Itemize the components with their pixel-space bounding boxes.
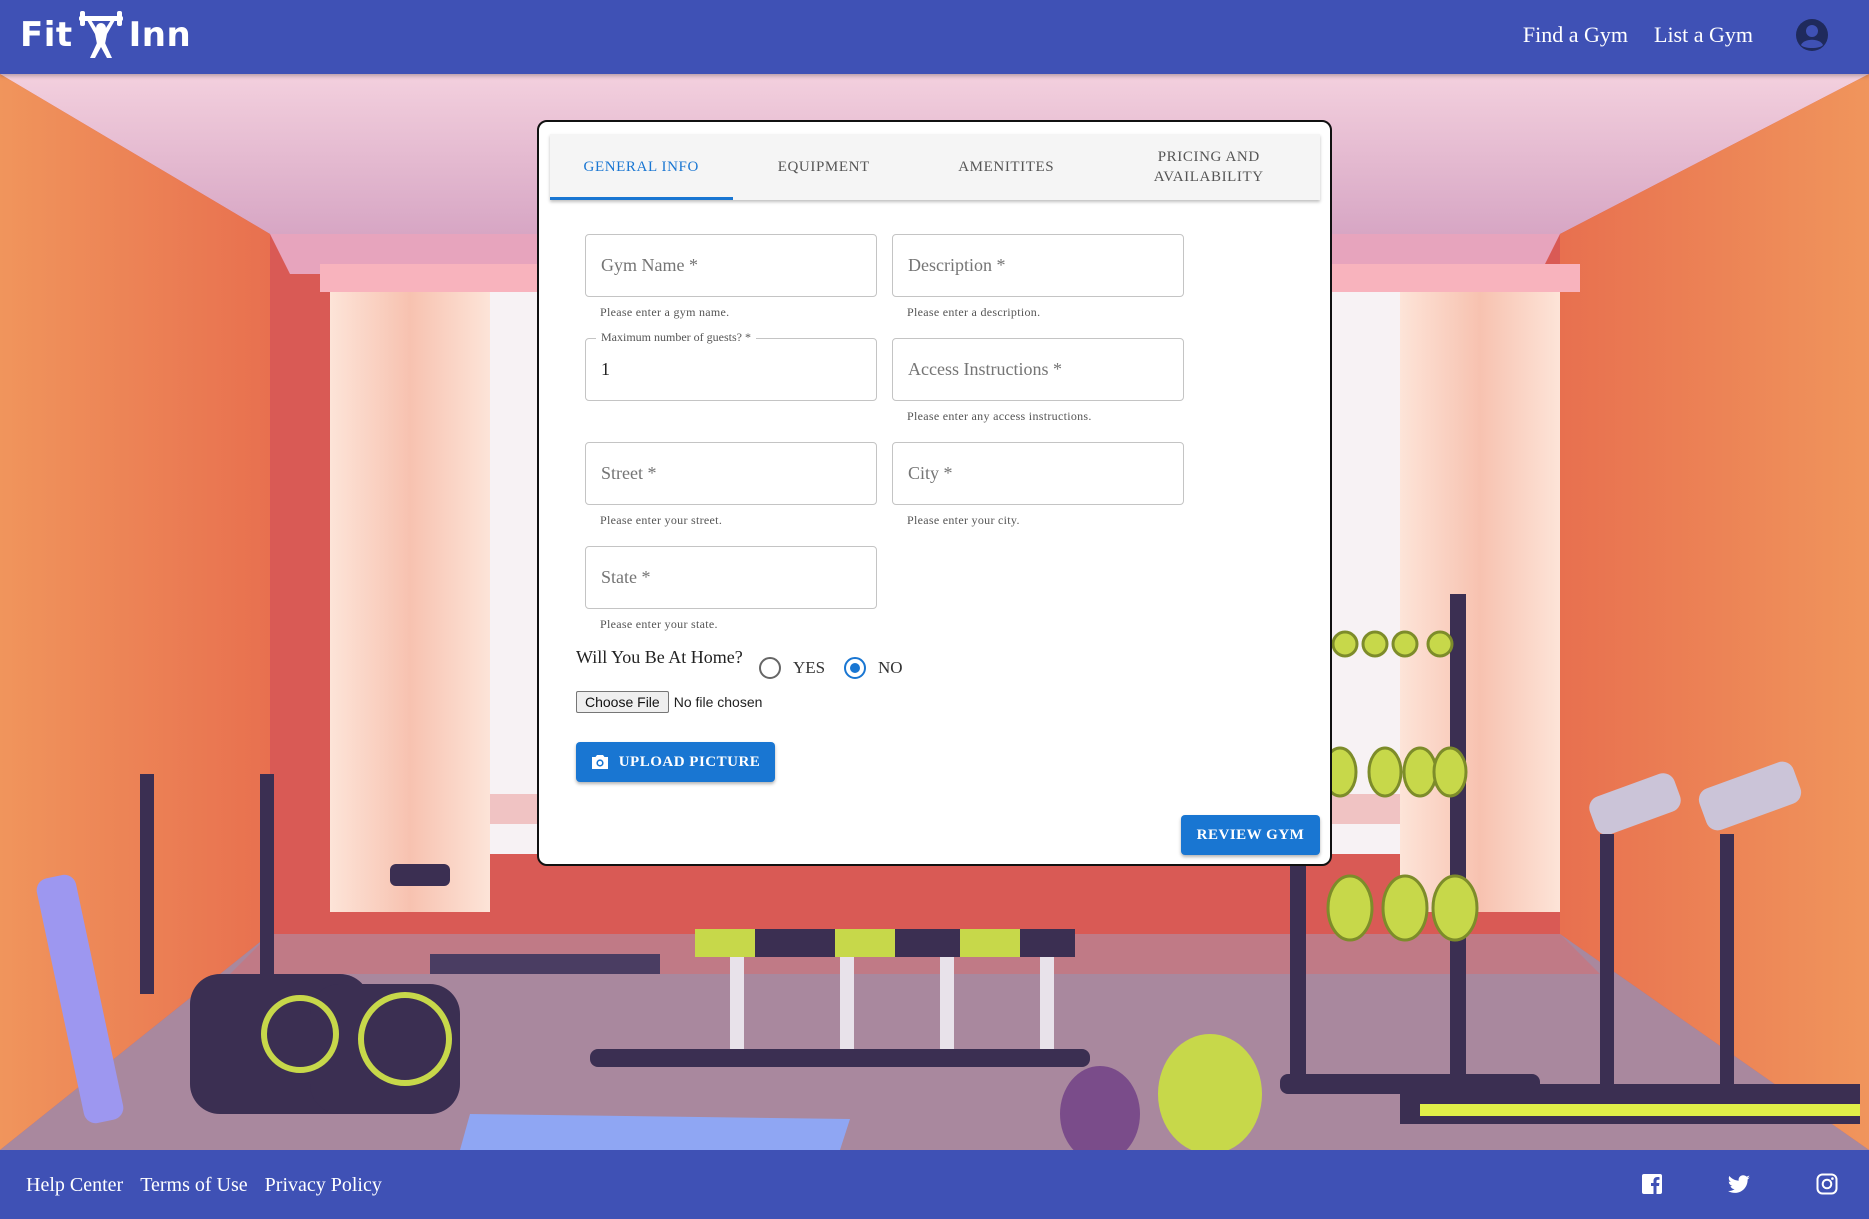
max-guests-label: Maximum number of guests? * xyxy=(596,330,756,345)
description-field xyxy=(892,234,1184,297)
state-field xyxy=(585,546,877,609)
access-instructions-input[interactable] xyxy=(893,339,1183,400)
state-input[interactable] xyxy=(586,547,876,608)
upload-picture-label: UPLOAD PICTURE xyxy=(618,753,761,770)
facebook-icon[interactable] xyxy=(1640,1172,1664,1196)
choose-file-button[interactable]: Choose File xyxy=(576,691,669,713)
at-home-question: Will You Be At Home? xyxy=(576,647,743,667)
radio-no[interactable]: NO xyxy=(844,657,903,679)
barbell-logo-icon xyxy=(78,11,123,58)
city-field xyxy=(892,442,1184,505)
street-helper: Please enter your street. xyxy=(600,513,723,527)
main-nav: Find a Gym List a Gym xyxy=(1523,22,1753,48)
app-footer: Help Center Terms of Use Privacy Policy xyxy=(0,1150,1869,1219)
max-guests-input[interactable] xyxy=(586,339,876,400)
logo-text-right: Inn xyxy=(128,15,192,55)
file-input: Choose File No file chosen xyxy=(576,691,762,713)
radio-yes-circle[interactable] xyxy=(759,657,781,679)
gym-name-helper: Please enter a gym name. xyxy=(600,305,730,319)
account-icon[interactable] xyxy=(1795,18,1829,52)
twitter-icon[interactable] xyxy=(1727,1172,1751,1196)
review-gym-button[interactable]: REVIEW GYM xyxy=(1181,815,1320,855)
city-input[interactable] xyxy=(893,443,1183,504)
footer-help-center[interactable]: Help Center xyxy=(26,1174,123,1197)
access-instructions-field xyxy=(892,338,1184,401)
radio-yes-label: YES xyxy=(793,658,826,677)
footer-privacy-policy[interactable]: Privacy Policy xyxy=(265,1174,382,1197)
logo[interactable]: Fit Inn xyxy=(20,10,191,60)
no-file-chosen-text: No file chosen xyxy=(673,694,763,710)
footer-links: Help Center Terms of Use Privacy Policy xyxy=(26,1174,382,1197)
gym-form-card: GENERAL INFO EQUIPMENT AMENITITES PRICIN… xyxy=(537,120,1332,866)
tab-equipment[interactable]: EQUIPMENT xyxy=(733,134,916,200)
street-input[interactable] xyxy=(586,443,876,504)
city-helper: Please enter your city. xyxy=(907,513,1020,527)
logo-text-left: Fit xyxy=(20,15,73,55)
street-field xyxy=(585,442,877,505)
app-header: Fit Inn Find a Gym List a Gym xyxy=(0,0,1869,74)
state-helper: Please enter your state. xyxy=(600,617,718,631)
tab-amenities[interactable]: AMENITITES xyxy=(915,134,1098,200)
radio-no-label: NO xyxy=(878,658,903,677)
radio-yes[interactable]: YES xyxy=(759,657,825,679)
access-instructions-helper: Please enter any access instructions. xyxy=(907,409,1092,423)
upload-picture-button[interactable]: UPLOAD PICTURE xyxy=(576,742,775,782)
camera-icon xyxy=(591,755,608,769)
gym-name-field xyxy=(585,234,877,297)
footer-terms-of-use[interactable]: Terms of Use xyxy=(140,1174,247,1197)
review-gym-label: REVIEW GYM xyxy=(1196,826,1305,843)
nav-find-gym[interactable]: Find a Gym xyxy=(1523,22,1628,48)
radio-no-circle[interactable] xyxy=(844,657,866,679)
description-helper: Please enter a description. xyxy=(907,305,1041,319)
description-input[interactable] xyxy=(893,235,1183,296)
gym-name-input[interactable] xyxy=(586,235,876,296)
tab-general-info[interactable]: GENERAL INFO xyxy=(550,134,733,200)
nav-list-gym[interactable]: List a Gym xyxy=(1654,22,1753,48)
instagram-icon[interactable] xyxy=(1815,1172,1839,1196)
max-guests-field: Maximum number of guests? * xyxy=(585,330,877,401)
form-tabs: GENERAL INFO EQUIPMENT AMENITITES PRICIN… xyxy=(550,134,1320,200)
tab-pricing-availability[interactable]: PRICING AND AVAILABILITY xyxy=(1098,134,1321,200)
